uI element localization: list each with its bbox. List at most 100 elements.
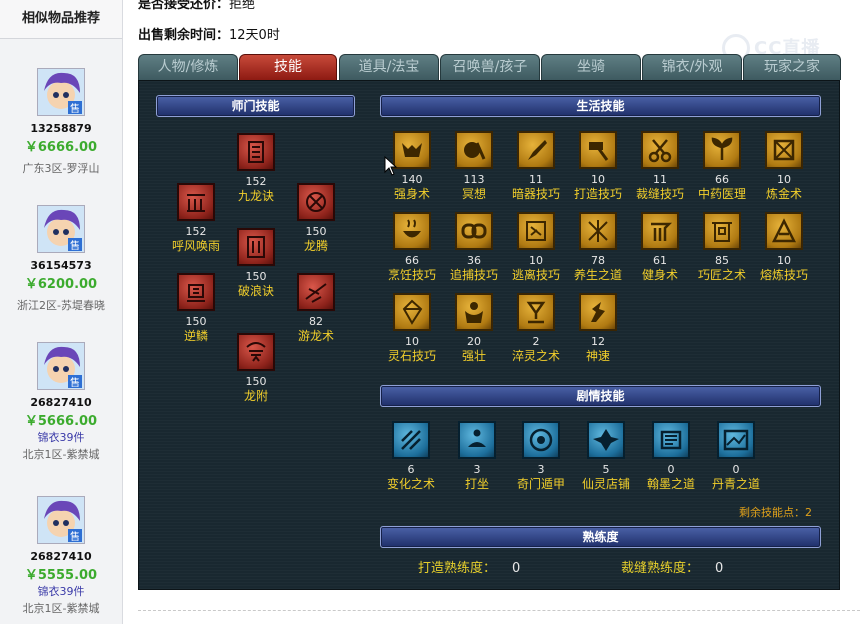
item-id[interactable]: 26827410	[0, 550, 122, 564]
story-skill-qimendunjia[interactable]: 3 奇门遁甲	[510, 421, 572, 492]
tab-items[interactable]: 道具/法宝	[339, 54, 439, 80]
life-skill-ronglianjiqiao[interactable]: 10 熔炼技巧	[753, 212, 815, 283]
life-skill-lianjinshu[interactable]: 10 炼金术	[753, 131, 815, 202]
life-skill-lingshijiqiao[interactable]: 10 灵石技巧	[381, 293, 443, 364]
story-skill-dazuo[interactable]: 3 打坐	[446, 421, 508, 492]
smelting-icon[interactable]	[765, 212, 803, 250]
craftsman-icon[interactable]	[703, 212, 741, 250]
herb-icon[interactable]	[703, 131, 741, 169]
life-skill-shensu[interactable]: 12 神速	[567, 293, 629, 364]
life-skill-pengrenjiqiao[interactable]: 66 烹饪技巧	[381, 212, 443, 283]
tab-mounts[interactable]: 坐骑	[541, 54, 641, 80]
life-skill-zhuibujiqiao[interactable]: 36 追捕技巧	[443, 212, 505, 283]
scissors-icon[interactable]	[641, 131, 679, 169]
sale-badge: 售	[70, 530, 80, 543]
tab-home[interactable]: 玩家之家	[743, 54, 841, 80]
school-skill-youlongshu[interactable]: 82 游龙术	[285, 273, 347, 344]
sale-badge: 售	[70, 239, 80, 252]
life-skill-taolijiqiao[interactable]: 10 逃离技巧	[505, 212, 567, 283]
forging-proficiency-value: 0	[512, 561, 521, 576]
item-price: ￥6200.00	[24, 277, 98, 292]
school-skill-polangjue[interactable]: 150 破浪诀	[225, 228, 287, 299]
nilin-icon[interactable]	[177, 273, 215, 311]
life-skill-cuilingzhishu[interactable]: 2 淬灵之术	[505, 293, 567, 364]
muscle-icon[interactable]	[455, 293, 493, 331]
life-skill-jianshenshu[interactable]: 61 健身术	[629, 212, 691, 283]
hammer-icon[interactable]	[579, 131, 617, 169]
dart-icon[interactable]	[517, 131, 555, 169]
similar-item-card[interactable]: 售 13258879 ￥6666.00 广东3区-罗浮山	[0, 68, 122, 178]
item-server: 浙江2区-苏堤春晓	[17, 299, 105, 312]
character-avatar-icon[interactable]: 售	[37, 205, 85, 253]
transform-icon[interactable]	[392, 421, 430, 459]
similar-item-card[interactable]: 售 26827410 ￥5555.00 锦衣39件 北京1区-紫禁城	[0, 496, 122, 618]
health-icon[interactable]	[579, 212, 617, 250]
story-skill-xianlingdianpu[interactable]: 5 仙灵店铺	[575, 421, 637, 492]
item-id[interactable]: 36154573	[0, 259, 122, 273]
tab-skills[interactable]: 技能	[239, 54, 337, 80]
fitness-icon[interactable]	[641, 212, 679, 250]
alchemy-icon[interactable]	[765, 131, 803, 169]
strength-icon[interactable]	[393, 131, 431, 169]
shop-icon[interactable]	[587, 421, 625, 459]
longfu-icon[interactable]	[237, 333, 275, 371]
meditation-icon[interactable]	[455, 131, 493, 169]
similar-item-card[interactable]: 售 26827410 ￥5666.00 锦衣39件 北京1区-紫禁城	[0, 342, 122, 464]
tailoring-proficiency-label: 裁缝熟练度：	[621, 561, 700, 576]
school-skill-longteng[interactable]: 150 龙腾	[285, 183, 347, 254]
mouse-cursor-icon	[384, 156, 398, 176]
school-skill-longfu[interactable]: 150 龙附	[225, 333, 287, 404]
hufenghuanyu-icon[interactable]	[177, 183, 215, 221]
bargain-value: 拒绝	[229, 0, 256, 12]
forging-proficiency: 打造熟练度： 0	[418, 557, 520, 576]
escape-icon[interactable]	[517, 212, 555, 250]
similar-item-card[interactable]: 售 36154573 ￥6200.00 浙江2区-苏堤春晓	[0, 205, 122, 315]
skills-panel: 师门技能 生活技能 152 九龙诀 152 呼风唤雨 150 龙腾 150 破浪…	[138, 80, 840, 590]
item-server: 北京1区-紫禁城	[22, 602, 100, 615]
longteng-icon[interactable]	[297, 183, 335, 221]
item-server: 广东3区-罗浮山	[22, 162, 100, 175]
life-skill-yangshengzhidao[interactable]: 78 养生之道	[567, 212, 629, 283]
footer-divider	[138, 610, 860, 611]
school-skills-header: 师门技能	[156, 95, 355, 117]
character-avatar-icon[interactable]: 售	[37, 496, 85, 544]
school-skill-jiulongjue[interactable]: 152 九龙诀	[225, 133, 287, 204]
life-skill-caifengjiqiao[interactable]: 11 裁缝技巧	[629, 131, 691, 202]
tailoring-proficiency: 裁缝熟练度： 0	[621, 557, 723, 576]
painting-icon[interactable]	[717, 421, 755, 459]
calligraphy-icon[interactable]	[652, 421, 690, 459]
story-skill-bianhuazhishu[interactable]: 6 变化之术	[380, 421, 442, 492]
character-avatar-icon[interactable]: 售	[37, 342, 85, 390]
life-skill-dazaojiqiao[interactable]: 10 打造技巧	[567, 131, 629, 202]
polangjue-icon[interactable]	[237, 228, 275, 266]
tab-outfits[interactable]: 锦衣/外观	[642, 54, 742, 80]
life-skill-anqijiqiao[interactable]: 11 暗器技巧	[505, 131, 567, 202]
cooking-icon[interactable]	[393, 212, 431, 250]
school-skill-hufenghuanyu[interactable]: 152 呼风唤雨	[165, 183, 227, 254]
item-id[interactable]: 26827410	[0, 396, 122, 410]
youlongshu-icon[interactable]	[297, 273, 335, 311]
life-skill-qiangzhuang[interactable]: 20 强壮	[443, 293, 505, 364]
tempering-icon[interactable]	[517, 293, 555, 331]
life-skill-zhongyaoyili[interactable]: 66 中药医理	[691, 131, 753, 202]
item-id[interactable]: 13258879	[0, 122, 122, 136]
speed-icon[interactable]	[579, 293, 617, 331]
meditate-icon[interactable]	[458, 421, 496, 459]
tab-character[interactable]: 人物/修炼	[138, 54, 238, 80]
formation-icon[interactable]	[522, 421, 560, 459]
item-price: ￥5666.00	[24, 414, 98, 429]
character-avatar-icon[interactable]: 售	[37, 68, 85, 116]
item-price: ￥6666.00	[24, 140, 98, 155]
similar-items-sidebar: 相似物品推荐 售 13258879 ￥6666.00 广东3区-罗浮山 售 36…	[0, 0, 123, 624]
proficiency-header: 熟练度	[380, 526, 821, 548]
story-skill-hanmozhidao[interactable]: 0 翰墨之道	[640, 421, 702, 492]
story-skill-danqingzhidao[interactable]: 0 丹青之道	[705, 421, 767, 492]
jiulongjue-icon[interactable]	[237, 133, 275, 171]
school-skill-nilin[interactable]: 150 逆鳞	[165, 273, 227, 344]
gem-icon[interactable]	[393, 293, 431, 331]
tab-summons[interactable]: 召唤兽/孩子	[440, 54, 540, 80]
life-skill-qiaojiangzhishu[interactable]: 85 巧匠之术	[691, 212, 753, 283]
chain-icon[interactable]	[455, 212, 493, 250]
remaining-time-value: 12天0时	[229, 28, 280, 43]
life-skill-mingxiang[interactable]: 113 冥想	[443, 131, 505, 202]
